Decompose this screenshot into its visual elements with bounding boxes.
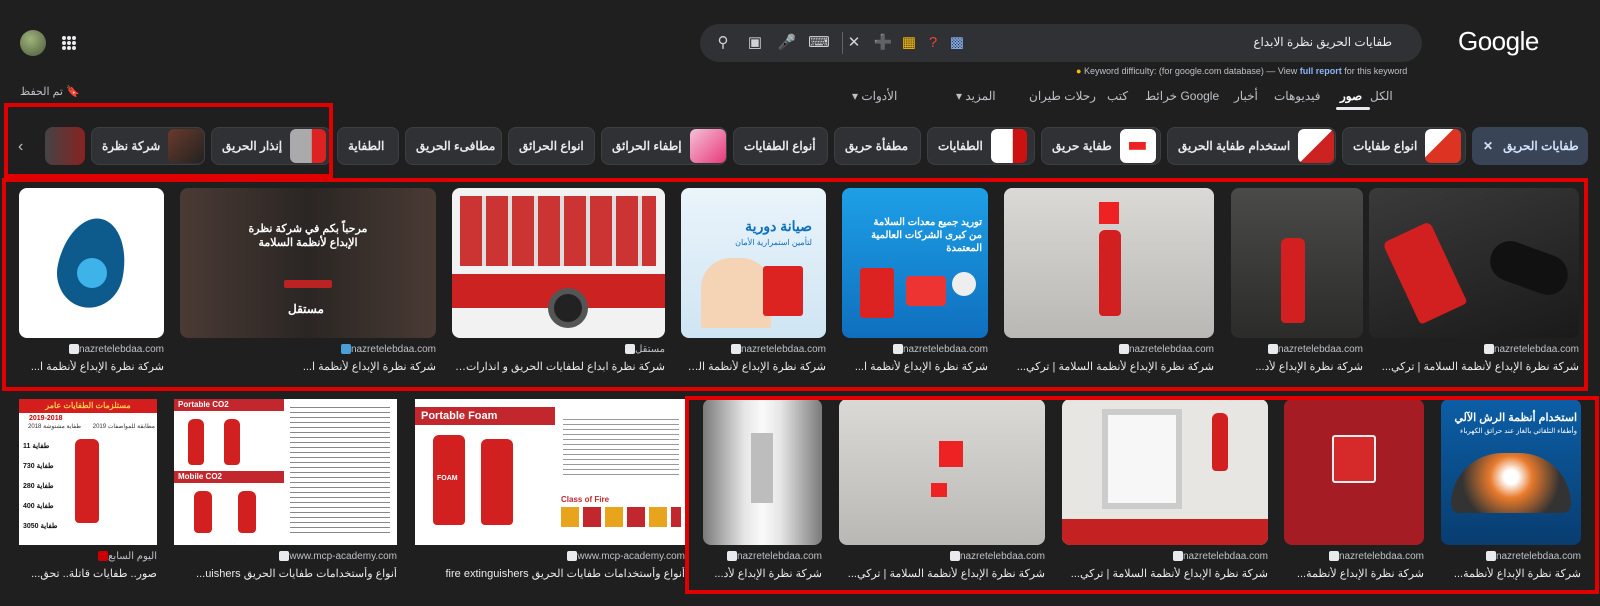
help-icon[interactable]: ? (922, 32, 944, 54)
result-image (19, 188, 164, 338)
chip[interactable]: الطفاية (337, 127, 399, 165)
search-icon[interactable]: ⚲ (712, 32, 734, 54)
extension-icon-2[interactable]: ▩ (946, 32, 968, 54)
chip[interactable]: إطفاء الحرائق (601, 127, 727, 165)
extension-icon[interactable]: ▦ (898, 32, 920, 54)
result-image: Portable CO2 Mobile CO2 (174, 399, 397, 545)
chip[interactable]: الطفايات (927, 127, 1035, 165)
image-result[interactable]: nazretelebdaa.com شركة نظرة الإبداع لأد.… (703, 399, 822, 584)
tab-tools[interactable]: ▾ الأدوات (852, 89, 897, 103)
keyboard-icon[interactable]: ⌨ (808, 32, 830, 54)
result-image (703, 399, 822, 545)
result-image: مرحباً بكم في شركة نظرة الإبداع لأنظمة ا… (180, 188, 436, 338)
tab-all[interactable]: الكل (1370, 89, 1393, 103)
image-result[interactable]: صيانة دورية لتأمين استمرارية الأمان nazr… (681, 188, 826, 378)
image-result[interactable]: استخدام أنظمة الرش الآلي وأطفاء التلقائي… (1441, 399, 1581, 584)
chevron-down-icon: ▾ (956, 89, 963, 103)
full-report-link[interactable]: full report (1300, 66, 1342, 76)
image-result[interactable]: nazretelebdaa.com شركة نظرة الإبداع لأنظ… (1284, 399, 1424, 584)
tab-books[interactable]: كتب (1107, 89, 1128, 103)
google-logo[interactable]: Google (1458, 26, 1539, 57)
chip[interactable]: شركة نظرة (91, 127, 205, 165)
chip[interactable]: استخدام طفاية الحريق (1167, 127, 1336, 165)
result-image (1062, 399, 1268, 545)
search-box[interactable]: ⚲ ▣ 🎤 ⌨ ✕ ➕ ▦ ? ▩ طفايات الحريق نظرة الا… (700, 24, 1422, 62)
image-result[interactable]: nazretelebdaa.com شركة نظرة الإبداع لأد.… (1231, 188, 1363, 378)
account-avatar[interactable] (20, 30, 46, 56)
image-result[interactable]: Portable Foam FOAM Class of Fire www.mcp… (415, 399, 685, 584)
mic-icon[interactable]: 🎤 (776, 32, 798, 54)
chip-thumbnail (689, 129, 726, 163)
result-image (839, 399, 1045, 545)
tab-news[interactable]: أخبار (1234, 89, 1258, 103)
chip[interactable]: أنواع الطفايات (733, 127, 828, 165)
chip-thumbnail (1298, 129, 1335, 163)
result-image: توريد جميع معدات السلامة من كبرى الشركات… (842, 188, 988, 338)
tab-videos[interactable]: فيديوهات (1274, 89, 1320, 103)
chip-partial-thumbnail (45, 127, 85, 165)
tab-more[interactable]: ▾ المزيد (956, 89, 996, 103)
add-icon[interactable]: ➕ (872, 32, 894, 54)
result-image (1369, 188, 1579, 338)
image-result[interactable]: nazretelebdaa.com شركة نظرة الإبداع لأنظ… (1004, 188, 1214, 378)
chip[interactable]: مطافىء الحريق (405, 127, 502, 165)
chip[interactable]: انواع طفايات (1342, 127, 1466, 165)
image-result[interactable]: توريد جميع معدات السلامة من كبرى الشركات… (842, 188, 988, 378)
tab-images[interactable]: صور (1340, 89, 1362, 103)
result-image (452, 188, 665, 338)
image-result[interactable]: Portable CO2 Mobile CO2 www.mcp-academy.… (174, 399, 397, 584)
chevron-down-icon: ▾ (852, 89, 859, 103)
bookmark-icon: 🔖 (66, 86, 80, 98)
tab-maps[interactable]: خرائط Google (1145, 89, 1219, 103)
result-image: Portable Foam FOAM Class of Fire (415, 399, 685, 545)
chip-thumbnail (1425, 129, 1462, 163)
chip[interactable]: انواع الحرائق (508, 127, 595, 165)
chip-thumbnail (168, 129, 205, 163)
chip[interactable]: مطفأة حريق (834, 127, 921, 165)
result-image (1284, 399, 1424, 545)
image-result[interactable]: nazretelebdaa.com شركة نظرة الإبداع لأنظ… (1062, 399, 1268, 584)
lens-icon[interactable]: ▣ (744, 32, 766, 54)
image-result[interactable]: مرحباً بكم في شركة نظرة الإبداع لأنظمة ا… (180, 188, 436, 378)
result-image (1004, 188, 1214, 338)
tab-indicator (1336, 107, 1370, 110)
tab-flights[interactable]: رحلات طيران (1029, 89, 1096, 103)
chevron-left-icon[interactable]: ‹ (18, 138, 23, 156)
result-image: استخدام أنظمة الرش الآلي وأطفاء التلقائي… (1441, 399, 1581, 545)
image-result[interactable]: مستقل شركة نظرة ابداع لطفايات الحريق و ا… (452, 188, 665, 378)
close-icon[interactable]: ✕ (1483, 139, 1493, 153)
chip[interactable]: طفاية حريق (1041, 127, 1161, 165)
image-result[interactable]: nazretelebdaa.comnazretelebdaa.com شركة … (19, 188, 164, 378)
image-result[interactable]: nazretelebdaa.com شركة نظرة الإبداع لأنظ… (839, 399, 1045, 584)
chip-thumbnail (1119, 129, 1156, 163)
chip-thumbnail (290, 129, 327, 163)
saved-link[interactable]: 🔖 تم الحفظ (20, 85, 80, 98)
clear-icon[interactable]: ✕ (842, 32, 865, 54)
result-image (1231, 188, 1363, 338)
result-image: مستلزمات الطفايات عامر 2019-2018 طفاية م… (19, 399, 157, 545)
apps-icon[interactable] (62, 36, 76, 50)
search-input[interactable]: طفايات الحريق نظرة الابداع (1253, 35, 1392, 49)
chip-thumbnail (990, 129, 1027, 163)
image-result[interactable]: مستلزمات الطفايات عامر 2019-2018 طفاية م… (19, 399, 157, 584)
chip[interactable]: إنذار الحريق (211, 127, 331, 165)
chip-selected[interactable]: طفايات الحريق ✕ (1472, 127, 1588, 165)
result-image: صيانة دورية لتأمين استمرارية الأمان (681, 188, 826, 338)
keyword-difficulty: ● Keyword difficulty: (for google.com da… (1076, 66, 1408, 76)
stats-list: 11 طفاية 730 طفاية 280 طفاية 400 طفاية 3… (23, 443, 58, 530)
image-result[interactable]: nazretelebdaa.com شركة نظرة الإبداع لأنظ… (1369, 188, 1579, 378)
